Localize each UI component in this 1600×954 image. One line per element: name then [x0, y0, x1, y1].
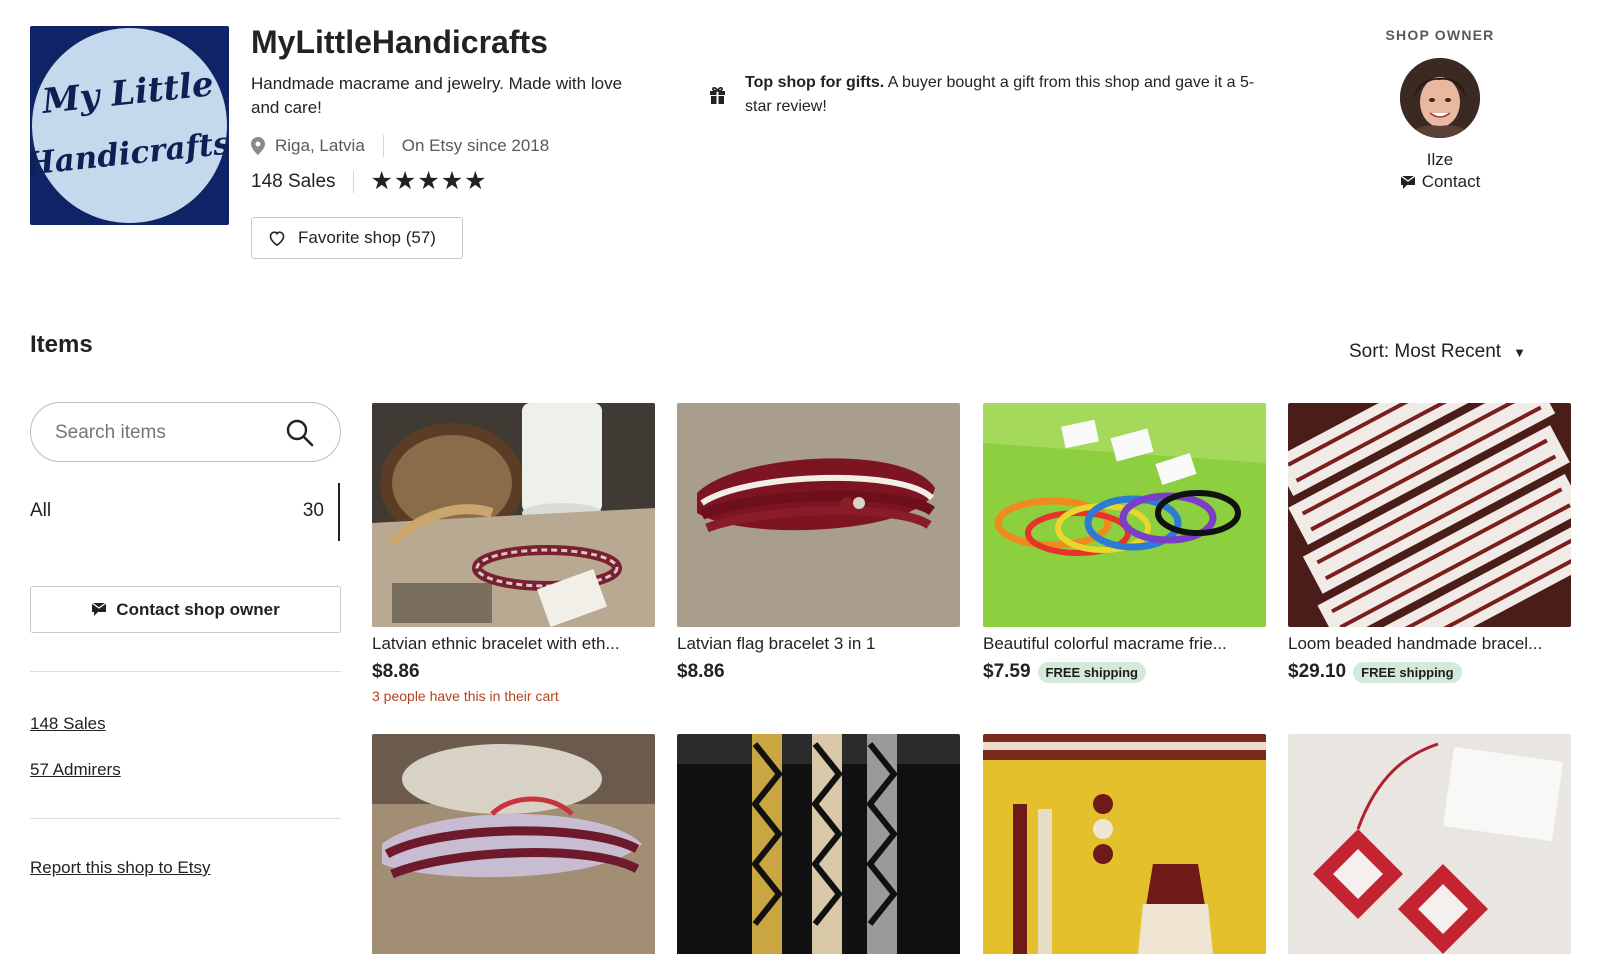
location-pin-icon — [251, 137, 265, 155]
listing-card[interactable] — [983, 734, 1266, 954]
listing-title[interactable]: Latvian flag bracelet 3 in 1 — [677, 633, 960, 655]
logo-line1: My Little — [39, 64, 215, 122]
shop-name: MyLittleHandicrafts — [251, 24, 548, 60]
listing-image[interactable] — [677, 734, 960, 954]
owner-avatar[interactable] — [1400, 58, 1480, 138]
listing-price: $29.10 — [1288, 661, 1347, 682]
cart-count-note: 3 people have this in their cart — [372, 688, 559, 704]
sort-dropdown[interactable]: Sort: Most Recent ▼ — [1349, 341, 1526, 363]
shop-tagline: Handmade macrame and jewelry. Made with … — [251, 74, 623, 117]
listing-card[interactable]: Latvian ethnic bracelet with eth... $8.8… — [372, 403, 655, 704]
free-shipping-badge: FREE shipping — [1353, 661, 1462, 683]
shop-logo: My Little Handicrafts — [30, 26, 229, 225]
listing-image[interactable] — [1288, 734, 1571, 954]
listing-image[interactable] — [372, 403, 655, 627]
shop-location: Riga, Latvia — [275, 136, 365, 155]
divider — [382, 135, 384, 157]
rating-stars[interactable]: ★★★★★ — [371, 169, 488, 194]
sidebar-divider — [30, 671, 341, 672]
sales-link[interactable]: 148 Sales — [30, 714, 106, 734]
listing-card[interactable]: Loom beaded handmade bracel... $29.10 FR… — [1288, 403, 1571, 683]
listing-image[interactable] — [677, 403, 960, 627]
owner-name[interactable]: Ilze — [1305, 150, 1575, 170]
shop-sales: 148 Sales — [251, 170, 336, 192]
items-heading: Items — [30, 331, 93, 358]
listing-price-row: $29.10 FREE shipping — [1288, 661, 1571, 683]
listing-title[interactable]: Loom beaded handmade bracel... — [1288, 633, 1571, 655]
caret-down-icon: ▼ — [1513, 344, 1526, 360]
listing-price-row: $8.86 — [677, 661, 960, 683]
shop-sales-row: 148 Sales ★★★★★ — [251, 169, 488, 194]
listing-image[interactable] — [983, 403, 1266, 627]
listing-card[interactable] — [677, 734, 960, 954]
shop-owner-label: SHOP OWNER — [1385, 27, 1495, 43]
listing-price: $7.59 — [983, 661, 1031, 682]
logo-line2: Handicrafts — [30, 125, 229, 182]
listing-price: $8.86 — [372, 661, 420, 682]
top-shop-notice: Top shop for gifts. A buyer bought a gif… — [745, 71, 1265, 119]
listing-card[interactable]: Beautiful colorful macrame frie... $7.59… — [983, 403, 1266, 683]
listing-price-row: $8.86 — [372, 661, 655, 683]
mail-icon — [91, 602, 107, 616]
sidebar-divider — [30, 818, 341, 819]
shop-since: On Etsy since 2018 — [401, 136, 550, 155]
listing-card[interactable] — [1288, 734, 1571, 954]
listing-image[interactable] — [1288, 403, 1571, 627]
listing-card[interactable]: Latvian flag bracelet 3 in 1 $8.86 — [677, 403, 960, 683]
search-input[interactable] — [53, 417, 277, 449]
listing-price: $8.86 — [677, 661, 725, 682]
contact-label: Contact — [1421, 172, 1481, 191]
category-selected-indicator — [338, 483, 340, 541]
contact-shop-owner-label: Contact shop owner — [116, 599, 280, 619]
search-box[interactable] — [30, 402, 341, 462]
sort-label: Sort: Most Recent — [1349, 341, 1502, 362]
gift-icon — [710, 87, 725, 104]
listing-price-row: $7.59 FREE shipping — [983, 661, 1266, 683]
listing-image[interactable] — [372, 734, 655, 954]
contact-shop-owner-button[interactable]: Contact shop owner — [30, 586, 341, 633]
listing-image[interactable] — [983, 734, 1266, 954]
free-shipping-badge: FREE shipping — [1037, 661, 1146, 683]
listing-title[interactable]: Latvian ethnic bracelet with eth... — [372, 633, 655, 655]
report-shop-link[interactable]: Report this shop to Etsy — [30, 858, 210, 878]
search-icon[interactable] — [285, 418, 315, 448]
admirers-link[interactable]: 57 Admirers — [30, 760, 121, 780]
mail-icon — [1400, 174, 1416, 189]
heart-icon — [269, 231, 285, 246]
category-all[interactable]: All — [30, 500, 51, 522]
listing-card[interactable] — [372, 734, 655, 954]
favorite-shop-label: Favorite shop (57) — [298, 228, 436, 247]
shop-location-row: Riga, Latvia On Etsy since 2018 — [251, 135, 549, 157]
contact-owner-link[interactable]: Contact — [1305, 172, 1575, 192]
category-all-count: 30 — [302, 500, 324, 521]
divider — [352, 170, 354, 193]
favorite-shop-button[interactable]: Favorite shop (57) — [251, 217, 463, 259]
top-shop-title: Top shop for gifts. — [745, 74, 885, 91]
listing-title[interactable]: Beautiful colorful macrame frie... — [983, 633, 1266, 655]
